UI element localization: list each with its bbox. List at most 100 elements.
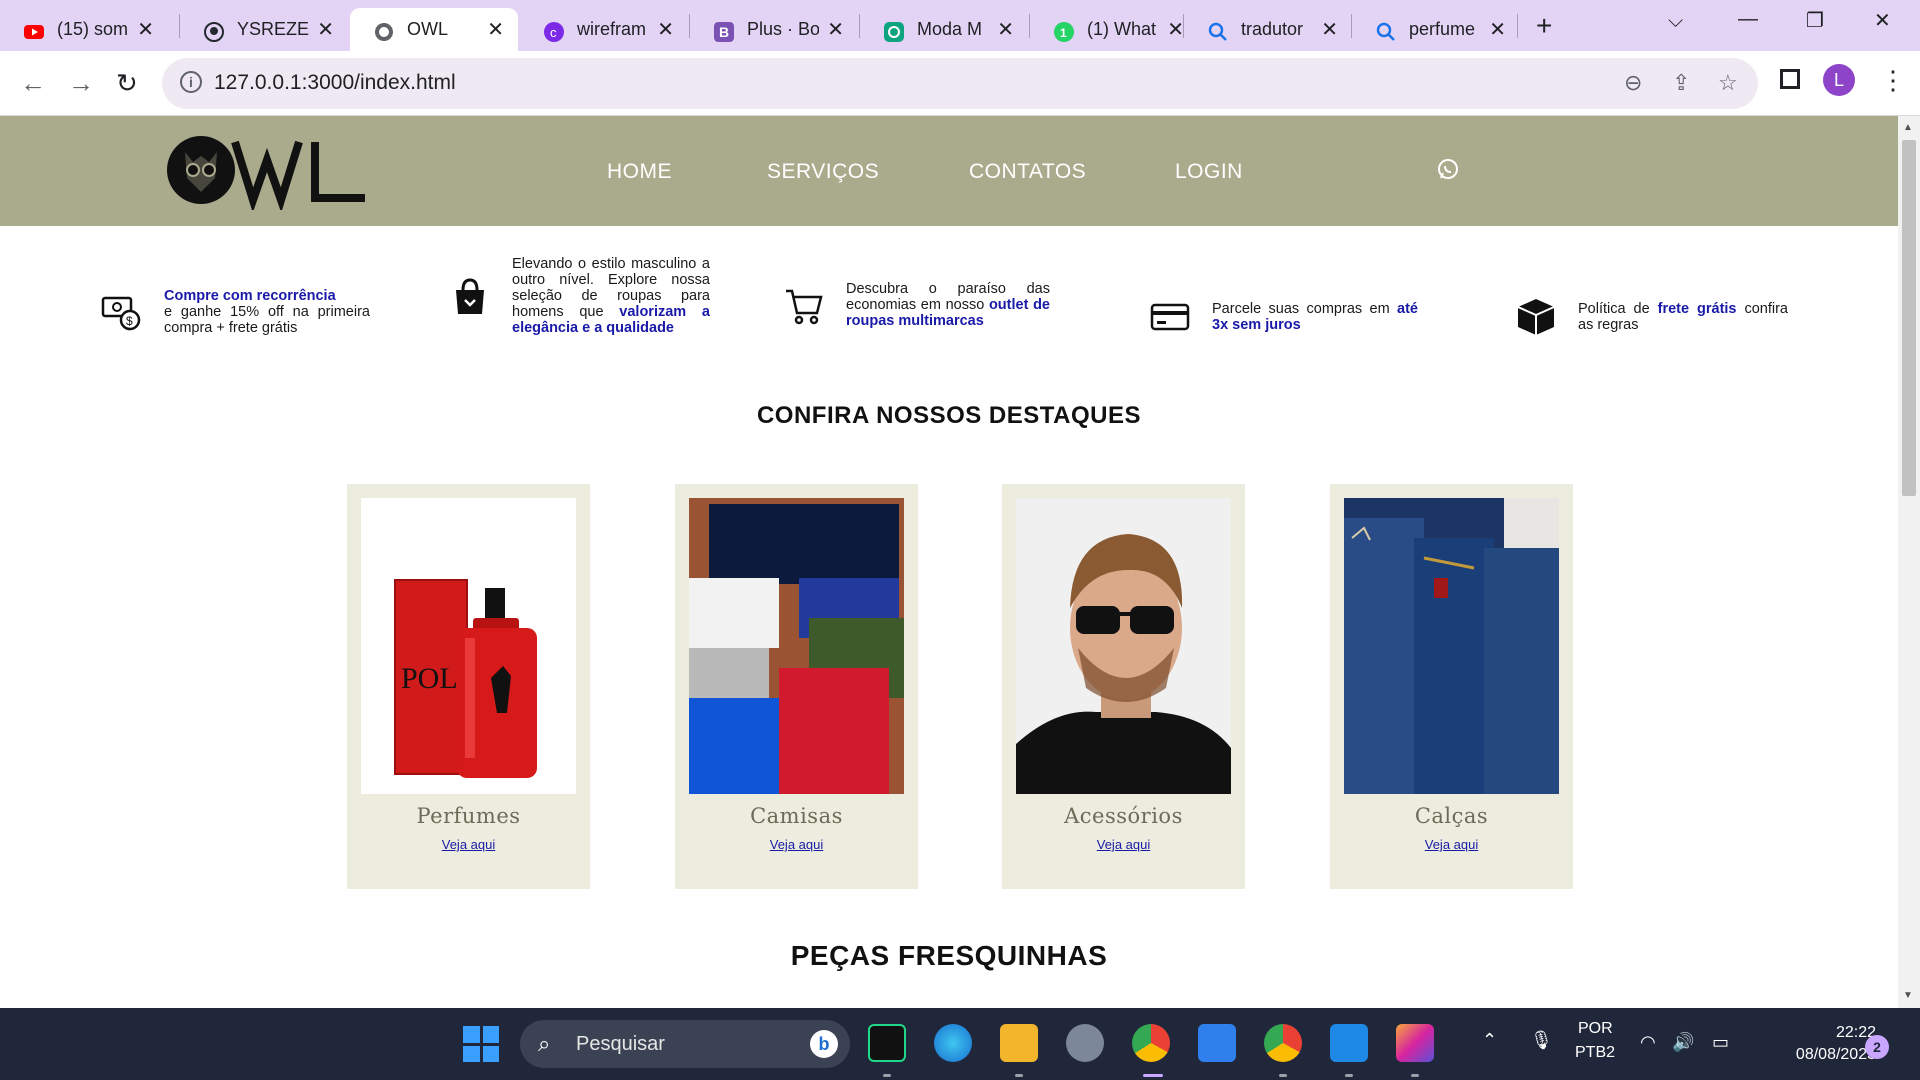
- product-image-perfume[interactable]: POL: [361, 498, 576, 794]
- tab-whatsapp[interactable]: 1 (1) What ✕: [1030, 8, 1198, 51]
- settings-icon[interactable]: [1066, 1024, 1104, 1062]
- product-image-accessories[interactable]: [1016, 498, 1231, 794]
- feature-body: Política de: [1578, 301, 1650, 317]
- see-more-link[interactable]: Veja aqui: [347, 837, 590, 852]
- close-tab-icon[interactable]: ✕: [1321, 17, 1338, 42]
- svg-text:1: 1: [1060, 26, 1067, 40]
- nav-home[interactable]: HOME: [607, 160, 672, 184]
- nav-servicos[interactable]: SERVIÇOS: [767, 160, 879, 184]
- see-more-link[interactable]: Veja aqui: [675, 837, 918, 852]
- globe-icon: [375, 23, 393, 41]
- tab-search-perfume[interactable]: perfume ✕: [1352, 8, 1520, 51]
- product-card[interactable]: Calças Veja aqui: [1330, 484, 1573, 889]
- product-name: Camisas: [750, 804, 843, 828]
- close-tab-icon[interactable]: ✕: [487, 17, 504, 42]
- volume-icon[interactable]: 🔊: [1672, 1032, 1694, 1053]
- tab-search-tradutor[interactable]: tradutor ✕: [1184, 8, 1352, 51]
- microphone-icon[interactable]: 🎙: [1530, 1030, 1553, 1051]
- vscode-icon[interactable]: [1330, 1024, 1368, 1062]
- tab-title: tradutor: [1241, 19, 1304, 39]
- shopping-bag-icon: [456, 278, 484, 314]
- windows-start-icon[interactable]: [463, 1026, 499, 1062]
- bing-icon[interactable]: b: [810, 1030, 838, 1058]
- tray-chevron-icon[interactable]: ⌃: [1482, 1030, 1497, 1051]
- feature-body: e ganhe 15% off na primeira compra + fre…: [164, 304, 370, 336]
- close-tab-icon[interactable]: ✕: [997, 17, 1014, 42]
- clock[interactable]: 22:22 08/08/2023: [1756, 1022, 1876, 1066]
- minimize-icon[interactable]: —: [1738, 8, 1758, 31]
- file-explorer-icon[interactable]: [1000, 1024, 1038, 1062]
- whatsapp-icon[interactable]: [1436, 158, 1460, 182]
- nav-login[interactable]: LOGIN: [1175, 160, 1243, 184]
- close-window-icon[interactable]: ✕: [1874, 8, 1891, 33]
- reload-icon[interactable]: ↻: [116, 68, 138, 99]
- search-icon: [1376, 22, 1395, 41]
- back-icon[interactable]: ←: [20, 68, 46, 99]
- feature-installments: Parcele suas compras em até 3x sem juros: [1148, 295, 1428, 339]
- svg-text:POL: POL: [401, 662, 458, 695]
- wifi-icon[interactable]: ◠: [1640, 1032, 1656, 1053]
- tab-github[interactable]: YSREZEN ✕: [180, 8, 348, 51]
- close-tab-icon[interactable]: ✕: [827, 17, 844, 42]
- page-viewport: HOME SERVIÇOS CONTATOS LOGIN $ Compre co…: [0, 116, 1898, 1008]
- side-panel-icon[interactable]: [1780, 69, 1800, 89]
- tab-chatgpt[interactable]: Moda M ✕: [860, 8, 1028, 51]
- menu-kebab-icon[interactable]: ⋮: [1880, 65, 1906, 96]
- pycharm-icon[interactable]: [868, 1024, 906, 1062]
- feature-text: Compre com recorrência e ganhe 15% off n…: [164, 288, 370, 336]
- bootstrap-icon: B: [714, 22, 734, 42]
- close-tab-icon[interactable]: ✕: [1167, 17, 1184, 42]
- edge-icon[interactable]: [934, 1024, 972, 1062]
- share-icon[interactable]: ⇪: [1672, 70, 1690, 96]
- credit-card-icon: [1150, 303, 1190, 331]
- close-tab-icon[interactable]: ✕: [657, 17, 674, 42]
- profile-avatar[interactable]: L: [1823, 64, 1855, 96]
- product-image-shirts[interactable]: [689, 498, 904, 794]
- forward-icon[interactable]: →: [68, 68, 94, 99]
- product-image-pants[interactable]: [1344, 498, 1559, 794]
- language-indicator[interactable]: POR: [1578, 1020, 1613, 1038]
- scroll-thumb[interactable]: [1902, 140, 1916, 496]
- new-tab-icon[interactable]: +: [1536, 10, 1552, 42]
- see-more-link[interactable]: Veja aqui: [1002, 837, 1245, 852]
- page-scrollbar[interactable]: ▲ ▼: [1898, 116, 1920, 1008]
- zoom-icon[interactable]: ⊖: [1624, 70, 1642, 96]
- product-name: Perfumes: [416, 804, 521, 828]
- product-name: Calças: [1414, 804, 1489, 828]
- feature-text: Parcele suas compras em até 3x sem juros: [1212, 301, 1418, 333]
- keyboard-layout[interactable]: PTB2: [1575, 1044, 1615, 1062]
- tab-search-chevron-icon[interactable]: ⌵: [1668, 10, 1683, 33]
- whatsapp-icon: 1: [1054, 22, 1074, 42]
- tab-youtube[interactable]: (15) som ✕: [0, 8, 168, 51]
- highlights-title: CONFIRA NOSSOS DESTAQUES: [756, 402, 1142, 429]
- feature-text: Elevando o estilo masculino a outro níve…: [512, 256, 710, 336]
- chrome-icon[interactable]: [1132, 1024, 1170, 1062]
- close-tab-icon[interactable]: ✕: [1489, 17, 1506, 42]
- site-info-icon[interactable]: i: [180, 71, 202, 93]
- taskbar-search[interactable]: ⌕ Pesquisar b: [520, 1020, 850, 1068]
- scroll-down-icon[interactable]: ▼: [1903, 990, 1913, 1001]
- feature-highlight: frete grátis: [1657, 301, 1737, 317]
- url-text[interactable]: 127.0.0.1:3000/index.html: [214, 71, 456, 95]
- close-tab-icon[interactable]: ✕: [317, 17, 334, 42]
- tab-owl[interactable]: OWL ✕: [350, 8, 518, 51]
- product-card[interactable]: Acessórios Veja aqui: [1002, 484, 1245, 889]
- owl-logo[interactable]: [165, 130, 375, 210]
- instagram-icon[interactable]: [1396, 1024, 1434, 1062]
- address-bar[interactable]: i 127.0.0.1:3000/index.html ⊖ ⇪ ☆: [162, 58, 1758, 109]
- close-tab-icon[interactable]: ✕: [137, 17, 154, 42]
- search-placeholder: Pesquisar: [576, 1033, 665, 1055]
- tab-canva[interactable]: c wirefram ✕: [520, 8, 688, 51]
- photos-icon[interactable]: [1198, 1024, 1236, 1062]
- restore-icon[interactable]: ❐: [1806, 8, 1824, 33]
- battery-icon[interactable]: ▭: [1712, 1032, 1729, 1053]
- bookmark-star-icon[interactable]: ☆: [1718, 70, 1738, 96]
- tab-bootstrap[interactable]: B Plus · Bo ✕: [690, 8, 858, 51]
- notification-badge[interactable]: 2: [1865, 1035, 1889, 1059]
- chrome-profile-icon[interactable]: [1264, 1024, 1302, 1062]
- nav-contatos[interactable]: CONTATOS: [969, 160, 1086, 184]
- scroll-up-icon[interactable]: ▲: [1903, 122, 1913, 133]
- product-card[interactable]: Camisas Veja aqui: [675, 484, 918, 889]
- see-more-link[interactable]: Veja aqui: [1330, 837, 1573, 852]
- product-card[interactable]: POL Perfumes Veja aqui: [347, 484, 590, 889]
